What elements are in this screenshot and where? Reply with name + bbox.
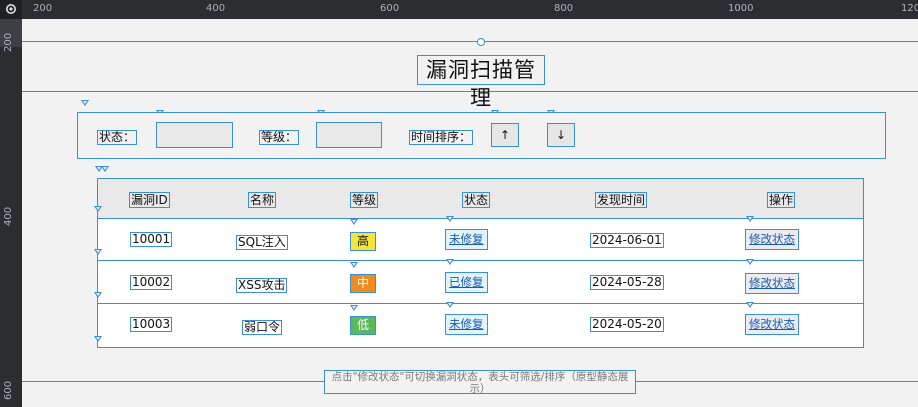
anchor-marker — [94, 336, 102, 342]
level-badge: 高 — [350, 232, 376, 251]
column-header-name[interactable]: 名称 — [248, 192, 277, 208]
resize-handle[interactable] — [477, 38, 485, 46]
vuln-id: 10002 — [130, 275, 173, 290]
arrow-up-icon: ↑ — [499, 128, 511, 142]
vuln-id: 10003 — [130, 317, 173, 332]
status-filter-input[interactable] — [156, 122, 233, 148]
table-header: 漏洞ID 名称 等级 状态 发现时间 操作 — [98, 179, 863, 219]
anchor-marker — [94, 206, 102, 212]
anchor-marker — [350, 219, 358, 225]
anchor-marker — [350, 262, 358, 268]
top-ruler: 200 400 600 800 1000 120 — [0, 0, 918, 19]
level-badge: 中 — [350, 274, 376, 293]
vuln-name: SQL注入 — [236, 235, 288, 250]
ruler-label: 800 — [554, 3, 574, 14]
time-sort-label: 时间排序： — [409, 130, 474, 145]
anchor-marker — [446, 302, 454, 308]
anchor-marker — [81, 100, 89, 106]
filter-bar: 状态： 等级： 时间排序： ↑ ↓ — [77, 112, 886, 159]
anchor-marker — [350, 305, 358, 311]
modify-status-button[interactable]: 修改状态 — [745, 273, 799, 294]
column-header-found-time[interactable]: 发现时间 — [595, 192, 648, 208]
ruler-label: 400 — [206, 3, 226, 14]
anchor-marker — [101, 166, 109, 172]
table-row: 10003 弱口令 低 未修复 2024-05-20 修改状态 — [98, 305, 863, 346]
ruler-label: 200 — [3, 32, 14, 52]
arrow-down-icon: ↓ — [555, 128, 567, 142]
sort-asc-button[interactable]: ↑ — [491, 123, 519, 147]
column-header-status[interactable]: 状态 — [462, 192, 491, 208]
found-date: 2024-05-28 — [590, 275, 664, 290]
modify-status-button[interactable]: 修改状态 — [745, 314, 799, 335]
ruler-label: 1000 — [728, 3, 754, 14]
ruler-label: 120 — [901, 3, 918, 14]
status-button[interactable]: 已修复 — [445, 272, 488, 293]
level-filter-label: 等级： — [259, 130, 300, 145]
found-date: 2024-05-20 — [590, 317, 664, 332]
ruler-label: 200 — [33, 3, 53, 14]
ruler-label: 600 — [380, 3, 400, 14]
table-row: 10002 XSS攻击 中 已修复 2024-05-28 修改状态 — [98, 262, 863, 304]
ruler-label: 600 — [3, 380, 14, 400]
sort-desc-button[interactable]: ↓ — [547, 123, 575, 147]
anchor-marker — [94, 292, 102, 298]
prototype-note: 点击"修改状态"可切换漏洞状态，表头可筛选/排序（原型静态展示） — [324, 370, 636, 395]
column-header-level[interactable]: 等级 — [350, 192, 379, 208]
anchor-marker — [746, 259, 754, 265]
anchor-marker — [746, 302, 754, 308]
column-header-action[interactable]: 操作 — [767, 192, 796, 208]
gear-icon[interactable] — [5, 3, 17, 15]
found-date: 2024-06-01 — [590, 233, 664, 248]
header-top-line — [22, 41, 918, 42]
status-filter-label: 状态： — [97, 130, 138, 145]
modify-status-button[interactable]: 修改状态 — [745, 229, 799, 250]
ruler-label: 400 — [3, 206, 14, 226]
status-button[interactable]: 未修复 — [445, 314, 488, 335]
status-button[interactable]: 未修复 — [445, 229, 488, 250]
left-ruler: 200 400 600 — [0, 0, 22, 407]
anchor-marker — [94, 249, 102, 255]
ruler-corner[interactable] — [0, 0, 22, 19]
page-title: 漏洞扫描管理 — [417, 55, 545, 110]
vuln-id: 10001 — [130, 232, 173, 247]
vuln-name: XSS攻击 — [236, 278, 288, 293]
column-header-id[interactable]: 漏洞ID — [129, 192, 170, 208]
anchor-marker — [746, 216, 754, 222]
anchor-marker — [446, 216, 454, 222]
anchor-marker — [446, 259, 454, 265]
level-badge: 低 — [350, 316, 376, 335]
table-row: 10001 SQL注入 高 未修复 2024-06-01 修改状态 — [98, 219, 863, 261]
level-filter-input[interactable] — [316, 122, 382, 148]
vuln-name: 弱口令 — [242, 320, 283, 335]
